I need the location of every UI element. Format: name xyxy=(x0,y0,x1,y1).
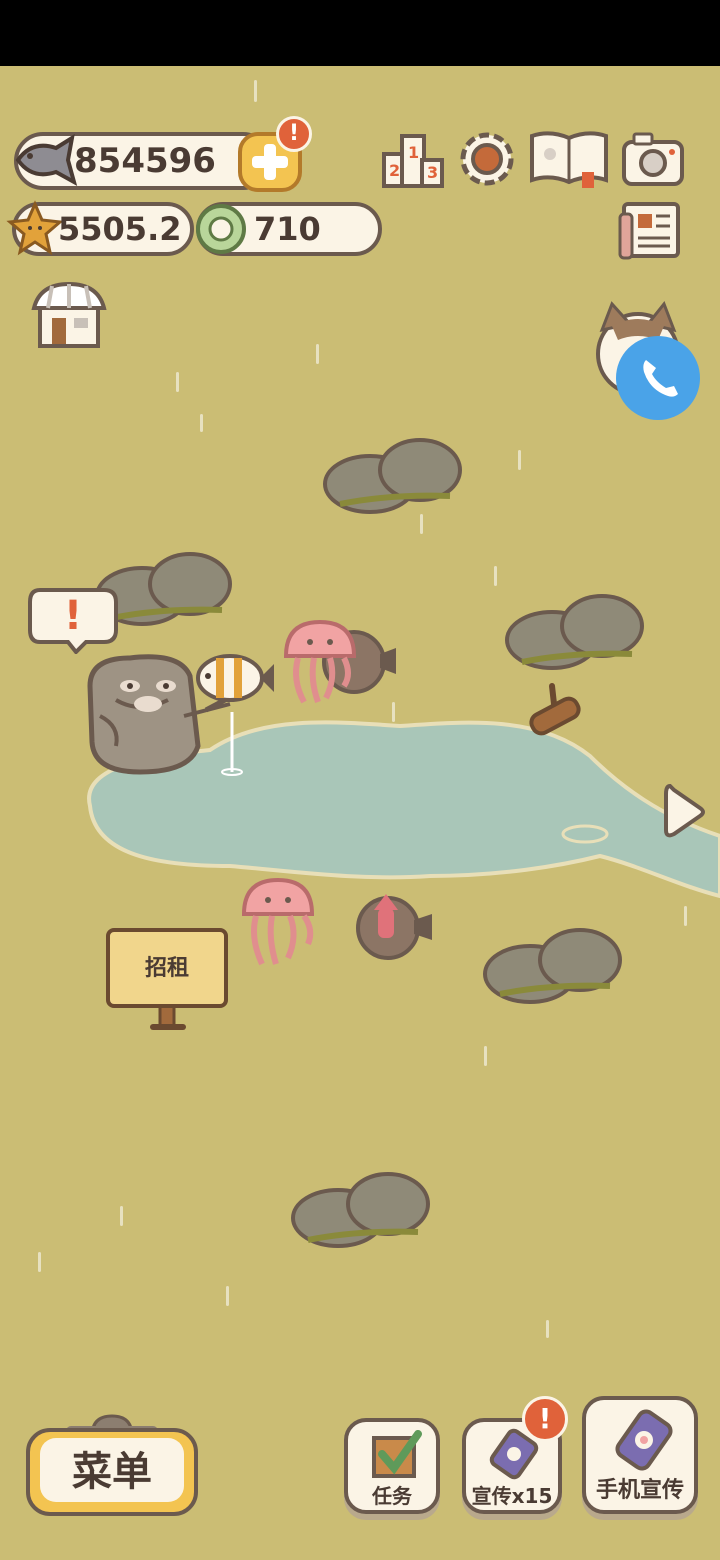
shop-button[interactable] xyxy=(30,280,108,350)
promo-label: 宣传x15 xyxy=(471,1484,553,1508)
fish-currency-icon xyxy=(15,134,78,187)
squid-pufferfish-item[interactable] xyxy=(352,892,438,964)
jellyfish-item[interactable] xyxy=(280,616,362,712)
sign-label: 招租 xyxy=(144,956,189,981)
status-bar xyxy=(0,0,720,66)
driftwood-item[interactable] xyxy=(522,682,586,746)
camera-button[interactable] xyxy=(620,130,686,190)
tasks-button[interactable]: 任务 xyxy=(344,1418,440,1514)
phone-icon xyxy=(643,360,678,397)
newspaper-icon xyxy=(618,202,680,260)
svg-text:2: 2 xyxy=(389,161,400,180)
call-button[interactable] xyxy=(616,336,700,420)
jellyfish-item[interactable] xyxy=(238,874,322,974)
rock-cluster xyxy=(505,594,644,670)
shell-coin-icon xyxy=(196,204,246,254)
fish-count: 854596 xyxy=(74,141,216,181)
striped-fish-catch xyxy=(196,654,274,702)
shop-icon xyxy=(31,281,107,348)
camera-icon xyxy=(622,132,684,186)
promo-alert-badge: ! xyxy=(522,1396,568,1442)
add-currency-alert-badge: ! xyxy=(276,116,312,152)
svg-text:1: 1 xyxy=(408,143,419,162)
ranking-button[interactable]: 2 1 3 xyxy=(380,130,446,190)
menu-label: 菜单 xyxy=(72,1449,152,1495)
for-rent-sign[interactable]: 招租 xyxy=(104,926,230,1036)
starfish-icon xyxy=(6,200,64,256)
collection-book-button[interactable] xyxy=(528,128,610,190)
rock-cluster xyxy=(323,438,462,514)
rock-cluster xyxy=(483,928,622,1004)
gear-icon xyxy=(460,132,514,186)
rock-cluster xyxy=(291,1172,430,1248)
alert-exclamation: ! xyxy=(63,593,83,639)
pond xyxy=(87,720,720,899)
chevron-right-icon xyxy=(664,783,705,838)
phone-promo-label: 手机宣传 xyxy=(595,1478,684,1503)
settings-button[interactable] xyxy=(456,128,518,190)
paw-book-icon xyxy=(530,131,608,188)
ranking-podium-icon: 2 1 3 xyxy=(382,134,444,188)
menu-button-frame: 菜单 xyxy=(26,1428,198,1516)
alert-speech-bubble[interactable]: ! xyxy=(26,584,120,654)
game-scene[interactable]: ! 招租 854596 ! 5505.2 710 2 1 3 菜单 任务 宣传x… xyxy=(0,66,720,1560)
phone-promo-icon xyxy=(615,1409,673,1471)
svg-text:3: 3 xyxy=(427,163,438,182)
news-button[interactable] xyxy=(616,200,682,262)
starfish-count: 5505.2 xyxy=(58,210,182,248)
checklist-icon xyxy=(372,1430,422,1478)
phone-promo-button[interactable]: 手机宣传 xyxy=(582,1396,698,1514)
shell-count: 710 xyxy=(254,210,321,248)
menu-button[interactable]: 菜单 xyxy=(26,1408,198,1516)
next-area-arrow[interactable] xyxy=(662,780,708,844)
tasks-label: 任务 xyxy=(372,1484,412,1508)
